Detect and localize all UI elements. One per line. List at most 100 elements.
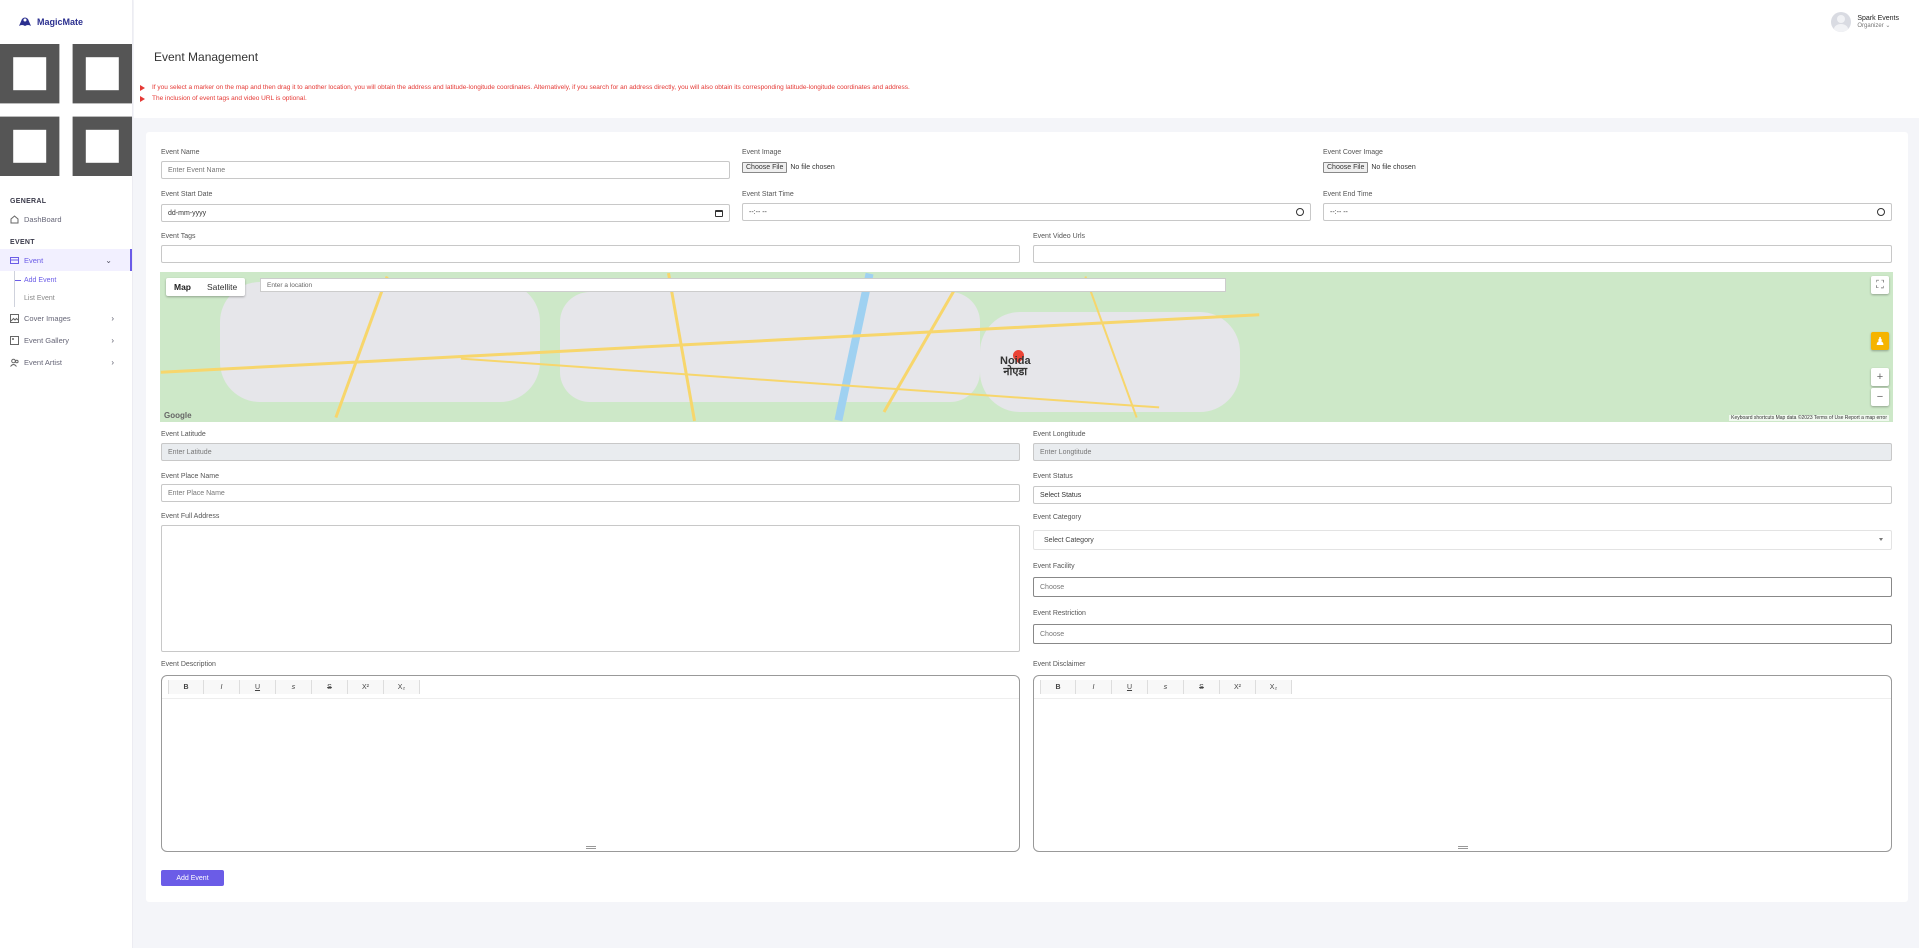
superscript-button[interactable]: X²	[348, 680, 384, 694]
italic-button[interactable]: I	[1076, 680, 1112, 694]
avatar	[1831, 12, 1852, 32]
subscript-button[interactable]: X₂	[1256, 680, 1292, 694]
sidebar-subitem-list-event[interactable]: List Event	[15, 289, 132, 307]
event-image-file-input[interactable]: Choose File No file chosen	[742, 162, 835, 173]
brand-name: MagicMate	[37, 17, 84, 27]
sidebar-subitem-add-event[interactable]: Add Event	[15, 271, 132, 289]
event-name-label: Event Name	[161, 149, 200, 156]
sidebar-item-label: Event Artist	[24, 357, 62, 367]
brand[interactable]: MagicMate	[0, 0, 132, 44]
map-footer[interactable]: Keyboard shortcuts Map data ©2023 Terms …	[1729, 415, 1889, 421]
map-city-label: Noida नोएडा	[1000, 356, 1031, 378]
fullscreen-icon[interactable]: ⛶	[1871, 276, 1889, 294]
tags-input[interactable]	[161, 245, 1020, 263]
status-label: Event Status	[1033, 473, 1073, 480]
subscript-button[interactable]: X₂	[384, 680, 420, 694]
google-logo: Google	[164, 411, 192, 420]
note-map-instruction: If you select a marker on the map and th…	[140, 82, 910, 93]
sidebar-item-label: Event Gallery	[24, 335, 70, 345]
disclaimer-editor[interactable]: B I U 𝘴 S X² X₂	[1033, 675, 1892, 852]
map-type-map-button[interactable]: Map	[166, 278, 199, 296]
add-event-button[interactable]: Add Event	[161, 870, 224, 886]
clock-icon[interactable]	[1296, 208, 1304, 216]
editor-toolbar: B I U 𝘴 S X² X₂	[1040, 680, 1292, 694]
zoom-in-button[interactable]: +	[1871, 368, 1889, 386]
description-label: Event Description	[161, 661, 216, 668]
map-city-name-hindi: नोएडा	[1003, 366, 1028, 378]
grid-menu-icon[interactable]	[0, 44, 132, 176]
sidebar-item-label: DashBoard	[24, 214, 62, 224]
underline-button[interactable]: U	[1112, 680, 1148, 694]
sidebar: MagicMate GENERAL DashBoard EVENT Event …	[0, 0, 133, 948]
map-type-satellite-button[interactable]: Satellite	[199, 278, 245, 296]
restriction-input[interactable]: Choose	[1033, 624, 1892, 644]
page-header: Event Management If you select a marker …	[134, 44, 1919, 118]
category-label: Event Category	[1033, 514, 1082, 521]
sidebar-item-label: Cover Images	[24, 313, 71, 323]
sidebar-item-dashboard[interactable]: DashBoard	[0, 208, 132, 230]
clock-icon[interactable]	[1877, 208, 1885, 216]
pegman-icon[interactable]: ♟	[1871, 332, 1889, 350]
user-role: Organizer	[1857, 23, 1884, 29]
end-time-input[interactable]: --:-- --	[1323, 203, 1892, 221]
longitude-input[interactable]: Enter Longtitude	[1033, 443, 1892, 461]
toolbar-divider	[162, 698, 1019, 699]
image-icon	[10, 313, 19, 323]
video-urls-input[interactable]	[1033, 245, 1892, 263]
chevron-down-icon	[1879, 538, 1883, 541]
resize-handle-icon[interactable]	[1457, 846, 1468, 849]
end-time-value: --:-- --	[1330, 208, 1348, 216]
full-address-textarea[interactable]	[161, 525, 1020, 652]
restriction-label: Event Restriction	[1033, 610, 1086, 617]
user-name: Spark Events	[1857, 15, 1899, 22]
italic-button[interactable]: I	[204, 680, 240, 694]
start-date-label: Event Start Date	[161, 191, 213, 198]
status-select[interactable]: Select Status	[1033, 486, 1892, 504]
latitude-label: Event Latitude	[161, 431, 206, 438]
choose-file-button[interactable]: Choose File	[742, 162, 788, 173]
map-search-input[interactable]: Enter a location	[260, 278, 1226, 292]
latitude-input[interactable]: Enter Latitude	[161, 443, 1020, 461]
toolbar-divider	[1034, 698, 1891, 699]
sidebar-item-event-gallery[interactable]: Event Gallery ›	[0, 329, 132, 351]
start-date-input[interactable]: dd-mm-yyyy	[161, 204, 730, 222]
underline-button[interactable]: U	[240, 680, 276, 694]
category-select[interactable]: Select Category	[1033, 530, 1892, 550]
section-general-title: GENERAL	[10, 198, 47, 205]
sidebar-item-event[interactable]: Event ⌄	[0, 249, 132, 271]
note-optional-fields: The inclusion of event tags and video UR…	[140, 93, 910, 104]
sidebar-item-cover-images[interactable]: Cover Images ›	[0, 307, 132, 329]
brand-logo-icon	[19, 17, 31, 26]
chevron-down-icon: ⌄	[105, 256, 112, 265]
clear-format-button[interactable]: 𝘴	[276, 680, 312, 694]
calendar-icon[interactable]	[715, 210, 723, 217]
location-map[interactable]: Map Satellite Enter a location Noida नोएड…	[160, 272, 1893, 422]
home-icon	[10, 214, 19, 224]
place-name-input[interactable]: Enter Place Name	[161, 484, 1020, 502]
strikethrough-button[interactable]: S	[312, 680, 348, 694]
facility-input[interactable]: Choose	[1033, 577, 1892, 597]
clear-format-button[interactable]: 𝘴	[1148, 680, 1184, 694]
description-editor[interactable]: B I U 𝘴 S X² X₂	[161, 675, 1020, 852]
sidebar-item-event-artist[interactable]: Event Artist ›	[0, 351, 132, 373]
zoom-out-button[interactable]: −	[1871, 388, 1889, 406]
strikethrough-button[interactable]: S	[1184, 680, 1220, 694]
bold-button[interactable]: B	[168, 680, 204, 694]
resize-handle-icon[interactable]	[585, 846, 596, 849]
start-time-label: Event Start Time	[742, 191, 794, 198]
event-name-input[interactable]: Enter Event Name	[161, 161, 730, 179]
category-value: Select Category	[1044, 536, 1094, 544]
choose-file-button[interactable]: Choose File	[1323, 162, 1369, 173]
user-menu[interactable]: Spark Events Organizer ⌄	[1831, 12, 1899, 32]
event-cover-image-file-input[interactable]: Choose File No file chosen	[1323, 162, 1416, 173]
bold-button[interactable]: B	[1040, 680, 1076, 694]
chevron-right-icon: ›	[111, 358, 114, 367]
start-time-input[interactable]: --:-- --	[742, 203, 1311, 221]
gallery-icon	[10, 335, 19, 345]
map-type-control: Map Satellite	[166, 278, 246, 296]
superscript-button[interactable]: X²	[1220, 680, 1256, 694]
sidebar-item-label: Event	[24, 255, 44, 265]
editor-toolbar: B I U 𝘴 S X² X₂	[168, 680, 420, 694]
chevron-down-icon: ⌄	[1885, 23, 1891, 29]
longitude-label: Event Longtitude	[1033, 431, 1086, 438]
